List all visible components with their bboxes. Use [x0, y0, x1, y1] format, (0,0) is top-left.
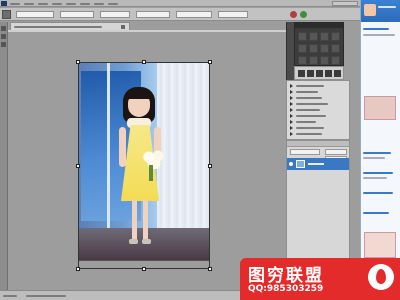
chat-message — [363, 210, 399, 222]
menu-item[interactable] — [66, 3, 76, 5]
commit-transform-icon[interactable] — [300, 11, 307, 18]
ps-logo-icon[interactable] — [1, 1, 7, 6]
transform-handle[interactable] — [142, 267, 146, 271]
window-controls[interactable] — [332, 1, 358, 6]
panel-header — [295, 23, 343, 28]
pencil-icon[interactable] — [309, 32, 318, 41]
chat-username-placeholder — [378, 6, 396, 8]
menu-item[interactable] — [52, 3, 62, 5]
marquee-icon[interactable] — [1, 34, 6, 39]
layer-thumbnail — [296, 160, 305, 168]
document-tab-title-placeholder — [14, 26, 102, 28]
options-bar — [0, 8, 360, 21]
option-field[interactable] — [60, 11, 94, 18]
opacity-field[interactable] — [325, 149, 347, 155]
option-field[interactable] — [176, 11, 212, 18]
option-field[interactable] — [100, 11, 130, 18]
transform-handle[interactable] — [76, 164, 80, 168]
menu-item[interactable] — [10, 3, 20, 5]
layer-row-selected[interactable] — [287, 158, 349, 170]
brush-tip-icon[interactable] — [307, 70, 314, 77]
flame-shape — [376, 269, 386, 284]
tools-panel — [0, 22, 8, 292]
option-field[interactable] — [136, 11, 170, 18]
cancel-transform-icon[interactable] — [290, 11, 297, 18]
actions-row[interactable] — [287, 131, 349, 137]
eraser-icon[interactable] — [331, 32, 340, 41]
doc-info-placeholder — [26, 295, 66, 297]
hand-icon[interactable] — [320, 56, 329, 65]
watermark-qq: QQ:985303259 — [248, 284, 324, 294]
chat-message — [363, 26, 399, 40]
transform-handle[interactable] — [208, 164, 212, 168]
menu-item[interactable] — [108, 3, 118, 5]
chat-message — [363, 150, 399, 162]
transform-handle[interactable] — [142, 60, 146, 64]
move-icon[interactable] — [1, 26, 6, 31]
dodge-icon[interactable] — [320, 44, 329, 53]
brush-tip-icon[interactable] — [298, 70, 305, 77]
watermark-title: 图穷联盟 — [248, 266, 324, 286]
brush-tips-panel — [294, 66, 344, 80]
brush-tip-icon[interactable] — [325, 70, 332, 77]
brush-tip-icon[interactable] — [334, 70, 341, 77]
layer-name-placeholder — [308, 163, 324, 165]
watermark-banner: 图穷联盟 QQ:985303259 — [240, 258, 400, 300]
close-icon[interactable] — [121, 25, 125, 29]
menu-item[interactable] — [38, 3, 48, 5]
menu-item[interactable] — [24, 3, 34, 5]
lasso-icon[interactable] — [1, 42, 6, 47]
transform-box[interactable] — [78, 62, 210, 269]
option-field[interactable] — [16, 11, 54, 18]
menu-item[interactable] — [94, 3, 104, 5]
chat-image[interactable] — [364, 96, 396, 120]
chat-message — [363, 170, 399, 182]
blur-icon[interactable] — [309, 44, 318, 53]
visibility-eye-icon[interactable] — [289, 162, 293, 166]
zoom-icon[interactable] — [331, 56, 340, 65]
stamp-icon[interactable] — [320, 32, 329, 41]
menu-bar — [0, 0, 360, 7]
blend-mode-select[interactable] — [290, 149, 320, 155]
pen-icon[interactable] — [331, 44, 340, 53]
menu-item[interactable] — [80, 3, 90, 5]
tool-preset-icon[interactable] — [2, 10, 11, 19]
type-icon[interactable] — [298, 56, 307, 65]
chat-header — [361, 0, 400, 22]
transform-handle[interactable] — [76, 60, 80, 64]
gradient-icon[interactable] — [298, 44, 307, 53]
option-field[interactable] — [218, 11, 248, 18]
tool-presets-panel — [294, 22, 344, 66]
chat-message — [363, 190, 399, 202]
avatar[interactable] — [364, 4, 376, 16]
shape-icon[interactable] — [309, 56, 318, 65]
flame-logo-icon — [368, 264, 394, 290]
chat-image[interactable] — [364, 232, 396, 258]
brush-tip-icon[interactable] — [316, 70, 323, 77]
transform-handle[interactable] — [208, 267, 212, 271]
brush-icon[interactable] — [298, 32, 307, 41]
transform-handle[interactable] — [208, 60, 212, 64]
transform-handle[interactable] — [76, 267, 80, 271]
actions-panel — [286, 80, 350, 140]
document-tab[interactable] — [10, 22, 130, 30]
chat-panel — [360, 0, 400, 300]
layers-panel-tabs[interactable] — [287, 141, 349, 147]
zoom-level-placeholder — [3, 295, 17, 297]
